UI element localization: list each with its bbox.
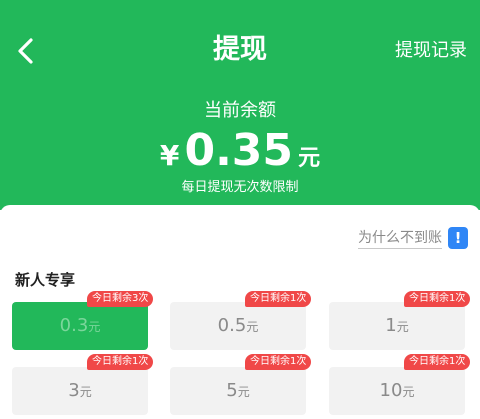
amount-value: 0.5 <box>217 315 247 336</box>
amount-unit: 元 <box>396 320 409 334</box>
balance-unit: 元 <box>298 146 321 171</box>
amount-option[interactable]: 1元 <box>329 302 465 350</box>
currency-symbol: ¥ <box>159 139 180 172</box>
remaining-badge: 今日剩余1次 <box>245 354 312 370</box>
header: 提现 提现记录 当前余额 ¥ 0.35 元 每日提现无次数限制 <box>0 0 480 210</box>
withdraw-record-link[interactable]: 提现记录 <box>395 38 467 64</box>
amount-unit: 元 <box>246 320 259 334</box>
amount-value: 10 <box>379 380 403 401</box>
amount-value: 5 <box>226 380 238 401</box>
amount-unit: 元 <box>79 385 92 399</box>
amount-option[interactable]: 0.3元 <box>12 302 148 350</box>
withdraw-limit-text: 每日提现无次数限制 <box>181 180 299 195</box>
balance-label: 当前余额 <box>204 100 276 121</box>
withdraw-panel: 为什么不到账 ! 新人专享 0.3元 今日剩余3次 0.5元 今日剩余1次 1元… <box>0 205 480 419</box>
remaining-badge: 今日剩余1次 <box>245 291 312 307</box>
remaining-badge: 今日剩余1次 <box>404 291 471 307</box>
remaining-badge: 今日剩余3次 <box>87 291 154 307</box>
section-title: 新人专享 <box>15 271 76 289</box>
amount-value: 0.3 <box>59 315 89 336</box>
remaining-badge: 今日剩余1次 <box>404 354 471 370</box>
amount-option[interactable]: 5元 <box>170 367 306 415</box>
amount-unit: 元 <box>402 385 415 399</box>
amount-value: 1 <box>385 315 397 336</box>
amount-option[interactable]: 3元 <box>12 367 148 415</box>
amount-option[interactable]: 0.5元 <box>170 302 306 350</box>
why-not-received-link[interactable]: 为什么不到账 <box>358 228 442 249</box>
amount-unit: 元 <box>88 320 101 334</box>
balance-value: 0.35 <box>184 125 294 176</box>
amount-value: 3 <box>68 380 80 401</box>
amount-unit: 元 <box>237 385 250 399</box>
info-icon[interactable]: ! <box>448 227 468 249</box>
remaining-badge: 今日剩余1次 <box>87 354 154 370</box>
amount-option[interactable]: 10元 <box>329 367 465 415</box>
